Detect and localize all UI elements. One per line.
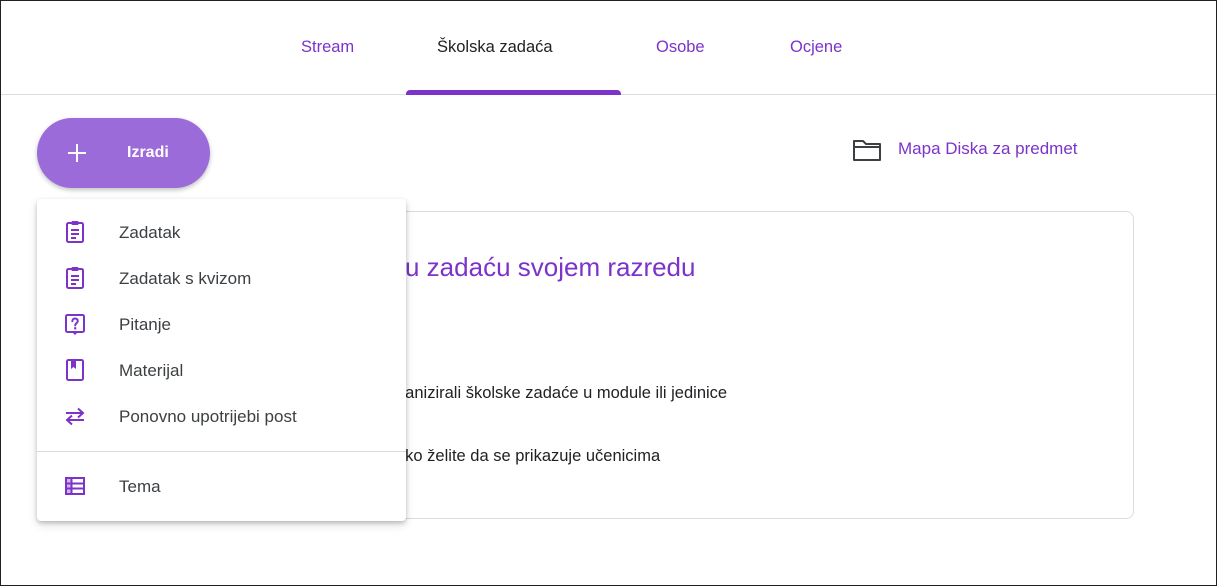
menu-item-question[interactable]: Pitanje <box>37 302 406 348</box>
top-navigation: Stream Školska zadaća Osobe Ocjene <box>1 1 1216 95</box>
menu-item-label: Materijal <box>119 361 184 380</box>
menu-item-label: Pitanje <box>119 315 171 334</box>
create-button[interactable]: Izradi <box>37 118 210 188</box>
assignment-icon <box>66 221 84 243</box>
menu-item-reuse-post[interactable]: Ponovno upotrijebi post <box>37 394 406 440</box>
empty-state-tip-1: ganizirali školske zadaće u module ili j… <box>396 384 728 402</box>
tab-people[interactable]: Osobe <box>656 1 705 94</box>
tab-grades[interactable]: Ocjene <box>790 1 842 94</box>
empty-state-title: u zadaću svojem razredu <box>405 252 696 282</box>
menu-item-label: Zadatak s kvizom <box>119 269 252 288</box>
menu-item-quiz-assignment[interactable]: Zadatak s kvizom <box>37 256 406 302</box>
material-icon <box>66 359 84 381</box>
topic-list-icon <box>65 477 85 495</box>
empty-state-tip-2: ako želite da se prikazuje učenicima <box>396 447 661 465</box>
menu-item-material[interactable]: Materijal <box>37 348 406 394</box>
menu-item-assignment[interactable]: Zadatak <box>37 210 406 256</box>
menu-item-label: Ponovno upotrijebi post <box>119 407 297 426</box>
create-menu: Zadatak Zadatak s kvizom Pitanje Materij… <box>37 199 406 521</box>
menu-item-topic[interactable]: Tema <box>37 464 406 510</box>
question-icon <box>65 314 85 335</box>
tab-bar: Stream Školska zadaća Osobe Ocjene <box>1 1 1216 95</box>
active-tab-indicator <box>406 90 621 95</box>
tab-classwork[interactable]: Školska zadaća <box>437 1 553 94</box>
folder-icon <box>853 140 881 161</box>
repeat-icon <box>65 407 85 426</box>
drive-folder-label: Mapa Diska za predmet <box>898 139 1078 158</box>
tab-stream[interactable]: Stream <box>301 1 354 94</box>
menu-divider <box>37 451 406 452</box>
menu-item-label: Tema <box>119 477 161 496</box>
menu-item-label: Zadatak <box>119 223 181 242</box>
quiz-assignment-icon <box>66 267 84 289</box>
plus-icon <box>68 144 86 162</box>
create-button-label: Izradi <box>127 144 169 161</box>
